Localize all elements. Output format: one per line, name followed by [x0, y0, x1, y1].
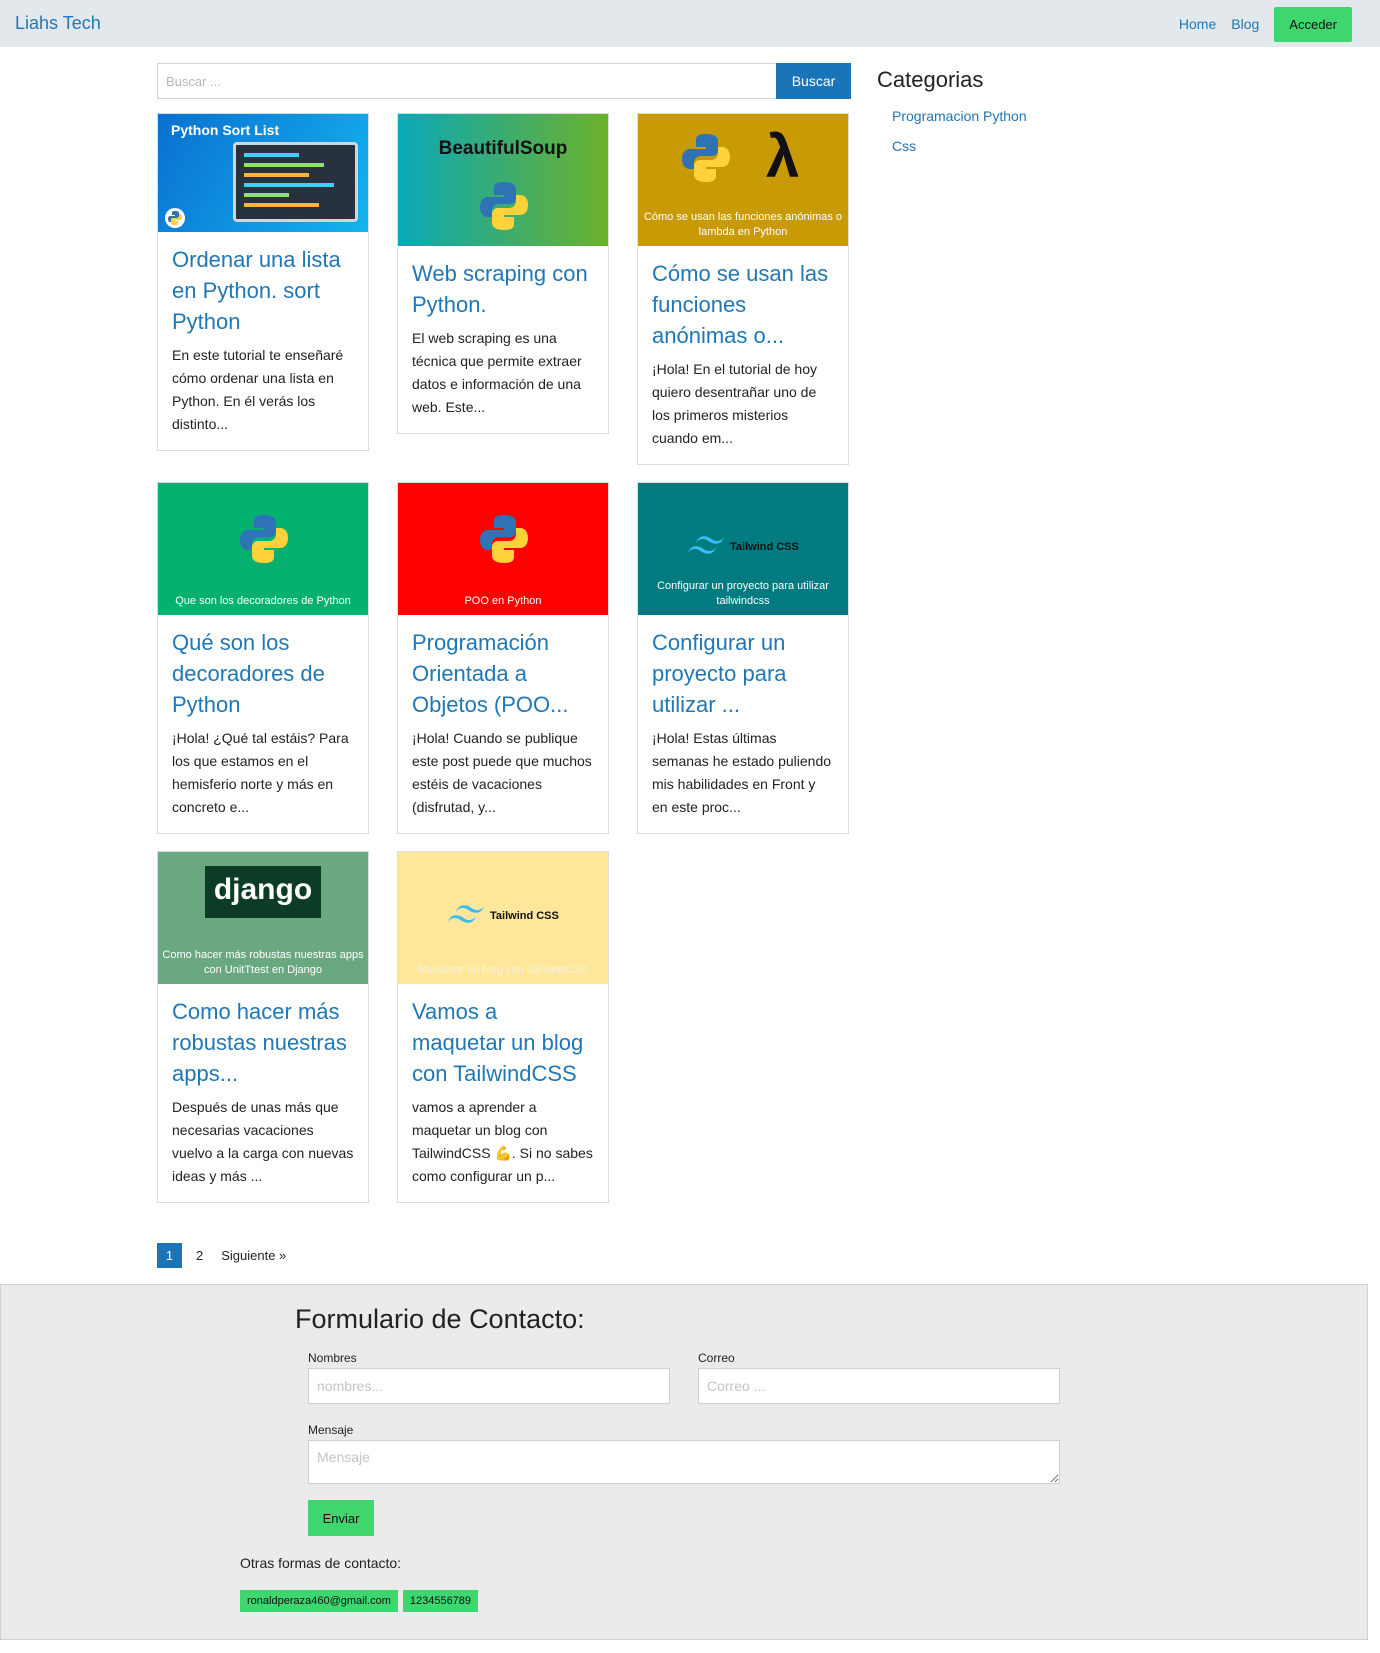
page-2-link[interactable]: 2: [196, 1248, 203, 1263]
post-thumbnail[interactable]: POO en Python: [398, 483, 608, 615]
thumbnail-brand: Tailwind CSS: [730, 541, 799, 553]
top-navbar: Liahs Tech Home Blog Acceder: [0, 0, 1380, 47]
contact-form-title: Formulario de Contacto:: [295, 1304, 585, 1334]
brand-link[interactable]: Liahs Tech: [15, 13, 101, 34]
category-python-link[interactable]: Programacion Python: [892, 108, 1027, 124]
next-page-link[interactable]: Siguiente »: [221, 1248, 286, 1263]
post-card[interactable]: Python Sort List Ordenar una lista en Py…: [157, 113, 369, 451]
search-input[interactable]: [157, 63, 776, 99]
post-title[interactable]: Vamos a maquetar un blog con TailwindCSS: [412, 996, 594, 1089]
post-excerpt: El web scraping es una técnica que permi…: [412, 330, 582, 415]
post-thumbnail[interactable]: Python Sort List: [158, 114, 368, 232]
post-card[interactable]: BeautifulSoup Web scraping con Python. E…: [397, 113, 609, 434]
thumbnail-title: BeautifulSoup: [438, 138, 568, 159]
post-thumbnail[interactable]: BeautifulSoup: [398, 114, 608, 246]
contact-section: Formulario de Contacto: Nombres Correo M…: [0, 1284, 1368, 1640]
thumbnail-caption: Como hacer más robustas nuestras apps co…: [162, 949, 364, 976]
post-excerpt: ¡Hola! Estas últimas semanas he estado p…: [652, 730, 832, 815]
thumbnail-caption: Que son los decoradores de Python: [175, 595, 351, 607]
post-card[interactable]: POO en Python Programación Orientada a O…: [397, 482, 609, 834]
post-title[interactable]: Ordenar una lista en Python. sort Python: [172, 244, 354, 337]
thumbnail-brand: Tailwind CSS: [490, 910, 559, 922]
post-card[interactable]: Que son los decoradores de Python Qué so…: [157, 482, 369, 834]
post-excerpt: ¡Hola! En el tutorial de hoy quiero dese…: [652, 361, 817, 446]
post-excerpt: En este tutorial te enseñaré cómo ordena…: [172, 347, 344, 432]
nav-blog-link[interactable]: Blog: [1231, 6, 1259, 42]
nav-home-link[interactable]: Home: [1179, 6, 1216, 42]
post-thumbnail[interactable]: Que son los decoradores de Python: [158, 483, 368, 615]
phone-badge: 1234556789: [402, 1590, 479, 1612]
python-icon: [480, 182, 528, 230]
thumbnail-brand: django: [205, 866, 321, 918]
post-excerpt: vamos a aprender a maquetar un blog con …: [412, 1099, 593, 1184]
thumbnail-caption: Maquetar un blog con TailwindCSS: [417, 964, 589, 976]
login-button[interactable]: Acceder: [1274, 6, 1352, 42]
laptop-illustration: [233, 142, 358, 222]
post-title[interactable]: Configurar un proyecto para utilizar ...: [652, 627, 834, 720]
thumbnail-title: Python Sort List: [171, 122, 280, 138]
post-thumbnail[interactable]: Tailwind CSS Maquetar un blog con Tailwi…: [398, 852, 608, 984]
contact-badges: ronaldperaza460@gmail.com 1234556789: [240, 1590, 483, 1612]
email-label: Correo: [698, 1351, 735, 1365]
thumbnail-caption: POO en Python: [464, 595, 542, 607]
post-card[interactable]: λ Cómo se usan las funciones anónimas o …: [637, 113, 849, 465]
python-icon: [165, 208, 185, 228]
thumbnail-caption: Cómo se usan las funciones anónimas o la…: [643, 211, 843, 238]
email-field[interactable]: [698, 1368, 1060, 1404]
post-thumbnail[interactable]: Tailwind CSS Configurar un proyecto para…: [638, 483, 848, 615]
sidebar-title: Categorias: [877, 67, 984, 92]
python-icon: [240, 515, 288, 563]
tailwind-icon: [448, 905, 484, 923]
pagination: 1 2 Siguiente »: [157, 1243, 286, 1268]
email-badge: ronaldperaza460@gmail.com: [240, 1590, 398, 1612]
post-title[interactable]: Web scraping con Python.: [412, 258, 594, 320]
post-card[interactable]: django Como hacer más robustas nuestras …: [157, 851, 369, 1203]
post-title[interactable]: Como hacer más robustas nuestras apps...: [172, 996, 354, 1089]
post-title[interactable]: Qué son los decoradores de Python: [172, 627, 354, 720]
post-card[interactable]: Tailwind CSS Configurar un proyecto para…: [637, 482, 849, 834]
python-icon: [480, 515, 528, 563]
tailwind-icon: [688, 536, 724, 554]
lambda-icon: λ: [766, 123, 800, 190]
post-excerpt: Después de unas más que necesarias vacac…: [172, 1099, 354, 1184]
other-contact-label: Otras formas de contacto:: [240, 1555, 402, 1571]
name-label: Nombres: [308, 1351, 357, 1365]
category-list: Programacion Python Css: [892, 108, 1027, 168]
message-label: Mensaje: [308, 1423, 354, 1437]
nav-links: Home Blog Acceder: [1179, 6, 1352, 42]
post-title[interactable]: Cómo se usan las funciones anónimas o...: [652, 258, 834, 351]
post-thumbnail[interactable]: django Como hacer más robustas nuestras …: [158, 852, 368, 984]
post-card[interactable]: Tailwind CSS Maquetar un blog con Tailwi…: [397, 851, 609, 1203]
category-css-link[interactable]: Css: [892, 138, 1027, 154]
name-field[interactable]: [308, 1368, 670, 1404]
page-1-button[interactable]: 1: [157, 1243, 182, 1268]
post-thumbnail[interactable]: λ Cómo se usan las funciones anónimas o …: [638, 114, 848, 246]
post-excerpt: ¡Hola! Cuando se publique este post pued…: [412, 730, 592, 815]
message-field[interactable]: [308, 1440, 1060, 1484]
send-button[interactable]: Enviar: [308, 1500, 374, 1536]
post-title[interactable]: Programación Orientada a Objetos (POO...: [412, 627, 594, 720]
python-icon: [682, 134, 730, 182]
search-bar: Buscar: [157, 63, 851, 99]
thumbnail-caption: Configurar un proyecto para utilizar tai…: [657, 580, 829, 607]
search-button[interactable]: Buscar: [776, 63, 851, 99]
post-excerpt: ¡Hola! ¿Qué tal estáis? Para los que est…: [172, 730, 349, 815]
